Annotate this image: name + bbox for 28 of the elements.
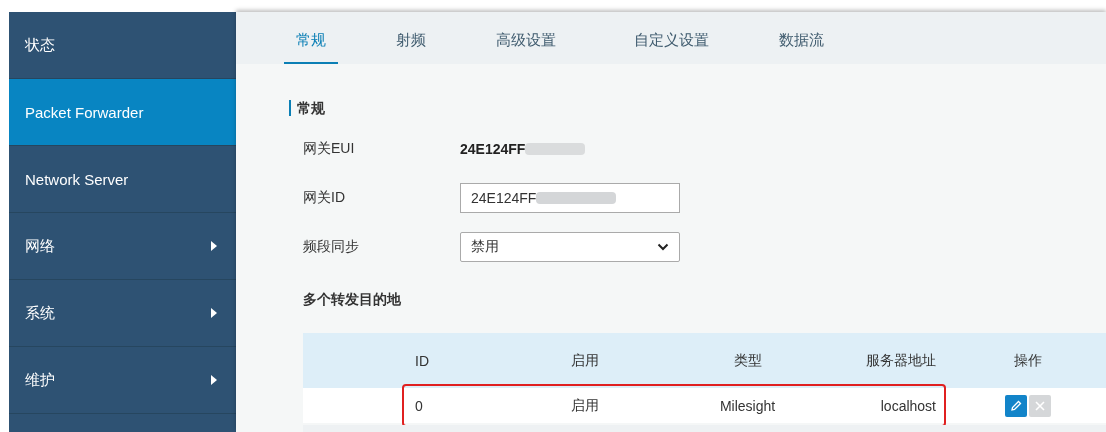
column-header: 服务器地址 <box>865 351 937 370</box>
edit-button[interactable] <box>1005 394 1027 417</box>
column-header: 操作 <box>1013 351 1043 370</box>
table-cell-text: Milesight <box>718 397 777 414</box>
field-label: 网关EUI <box>303 139 356 158</box>
field-value: 24E124FF <box>460 140 526 157</box>
field-label: 频段同步 <box>303 237 360 256</box>
tab[interactable]: 射频 <box>396 12 426 64</box>
select-field[interactable]: 禁用 <box>460 231 680 262</box>
tab[interactable]: 数据流 <box>779 12 824 64</box>
column-header: 启用 <box>570 351 600 370</box>
pencil-icon <box>1009 398 1023 413</box>
field-label: 网关ID <box>303 188 346 207</box>
tab[interactable]: 常规 <box>284 12 338 64</box>
column-header: 类型 <box>732 351 763 370</box>
section-title: 常规 <box>289 100 1106 116</box>
sidebar-item[interactable]: Packet Forwarder <box>9 79 236 146</box>
column-header: ID <box>415 352 430 369</box>
section-subtitle: 多个转发目的地 <box>303 291 402 309</box>
table-cell-text: 启用 <box>570 396 600 415</box>
input-field[interactable]: 24E124FF <box>460 182 680 213</box>
chevron-down-icon <box>657 242 669 251</box>
tab[interactable]: 高级设置 <box>496 12 556 64</box>
blur-mark <box>525 142 586 155</box>
tab[interactable]: 自定义设置 <box>634 12 709 64</box>
table-cell-text: localhost <box>879 397 937 414</box>
close-icon <box>1033 398 1047 413</box>
table-cell-text: 0 <box>415 397 424 414</box>
